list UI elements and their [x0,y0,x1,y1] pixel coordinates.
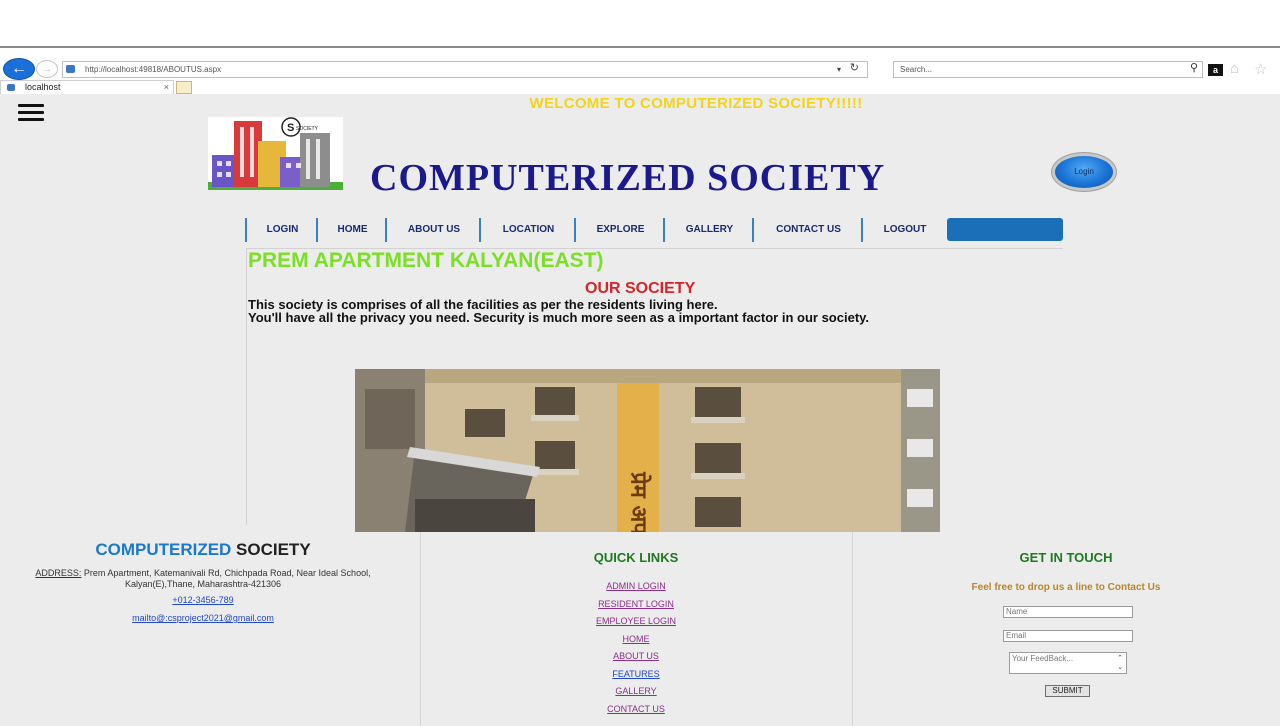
footer-brand-part2: SOCIETY [231,540,311,559]
footer-email-link[interactable]: mailto@:csproject2021@gmail.com [0,613,406,623]
web-page: WELCOME TO COMPUTERIZED SOCIETY!!!!! S S… [0,94,1280,726]
scroll-arrows-icon[interactable]: ⌃ ⌄ [1115,654,1125,672]
nav-login[interactable]: LOGIN [245,218,318,242]
login-button[interactable]: Login [1055,156,1113,188]
refresh-icon[interactable]: ↻ [850,61,859,76]
submit-button[interactable]: SUBMIT [1045,685,1090,697]
browser-search-box[interactable]: Search... ⚲ [893,61,1203,78]
svg-text:S: S [287,122,294,134]
nav-location[interactable]: LOCATION [479,218,576,242]
footer-address: ADDRESS: Prem Apartment, Katemanivali Rd… [0,568,406,590]
nav-explore[interactable]: EXPLORE [574,218,665,242]
footer-phone-link[interactable]: +012-3456-789 [0,595,406,605]
browser-toolbar: ← → http://localhost:49818/ABOUTUS.aspx … [0,48,1280,80]
nav-about-us[interactable]: ABOUT US [385,218,481,242]
society-heading: PREM APARTMENT KALYAN(EAST) [248,249,604,272]
name-field[interactable] [1003,606,1133,618]
address-label: ADDRESS: [35,568,82,578]
address-line-1: Prem Apartment, Katemanivali Rd, Chichpa… [81,568,371,578]
footer-brand: COMPUTERIZED SOCIETY [0,540,406,560]
get-in-touch-subtitle: Feel free to drop us a line to Contact U… [971,582,1161,593]
site-footer: COMPUTERIZED SOCIETY ADDRESS: Prem Apart… [0,532,1280,726]
nav-home[interactable]: HOME [316,218,387,242]
address-url: http://localhost:49818/ABOUTUS.aspx [85,65,222,74]
apartment-photo: प्रेम अपार्टमेंट [355,369,940,532]
nav-contact-us[interactable]: CONTACT US [752,218,863,242]
tab-close-icon[interactable]: × [164,81,169,94]
footer-col-quick-links: QUICK LINKS ADMIN LOGIN RESIDENT LOGIN E… [420,532,853,726]
footer-col-contact-info: COMPUTERIZED SOCIETY ADDRESS: Prem Apart… [0,532,421,726]
ie-tab-icon [7,84,15,91]
society-logo: S SOCIETY [208,117,343,190]
tab-label: localhost [25,82,61,92]
feedback-textarea[interactable]: Your FeedBack... ⌃ ⌄ [1009,652,1127,674]
ie-page-icon [66,65,75,73]
link-resident-login[interactable]: RESIDENT LOGIN [420,599,852,609]
new-tab-button[interactable] [176,81,192,94]
email-field[interactable] [1003,630,1133,642]
site-title: COMPUTERIZED SOCIETY [370,157,886,199]
link-features[interactable]: FEATURES [420,669,852,679]
address-bar[interactable]: http://localhost:49818/ABOUTUS.aspx ▾ ↻ [62,61,868,78]
browser-tab[interactable]: localhost × [0,80,174,94]
link-about-us[interactable]: ABOUT US [420,651,852,661]
link-contact-us[interactable]: CONTACT US [420,704,852,714]
link-home[interactable]: HOME [420,634,852,644]
footer-brand-part1: COMPUTERIZED [95,540,232,559]
amazon-icon[interactable]: a [1208,64,1223,76]
back-arrow-icon[interactable]: ← [3,58,35,80]
link-gallery[interactable]: GALLERY [420,686,852,696]
quick-links-title: QUICK LINKS [593,550,679,565]
address-line-2: Kalyan(E),Thane, Maharashtra-421306 [124,579,282,589]
nav-highlight-bar [947,218,1063,241]
society-description: This society is comprises of all the fac… [248,298,869,324]
our-society-heading: OUR SOCIETY [585,280,696,297]
forward-arrow-icon[interactable]: → [36,60,58,78]
dropdown-arrow-icon[interactable]: ▾ [837,62,841,77]
description-line-2: You'll have all the privacy you need. Se… [248,310,870,325]
nav-logout[interactable]: LOGOUT [861,218,947,242]
link-employee-login[interactable]: EMPLOYEE LOGIN [420,616,852,626]
feedback-placeholder: Your FeedBack... [1012,654,1074,663]
hindi-sign-text: प्रेम अपार्टमेंट [626,471,653,532]
get-in-touch-title: GET IN TOUCH [1019,550,1113,565]
browser-tabbar: localhost × [0,80,1280,94]
home-icon[interactable]: ⌂ [1230,60,1239,77]
browser-window: ← → http://localhost:49818/ABOUTUS.aspx … [0,46,1280,726]
welcome-banner: WELCOME TO COMPUTERIZED SOCIETY!!!!! [529,95,863,112]
nav-gallery[interactable]: GALLERY [663,218,754,242]
favorites-star-icon[interactable]: ☆ [1254,60,1267,78]
footer-col-get-in-touch: GET IN TOUCH Feel free to drop us a line… [852,532,1280,726]
search-placeholder: Search... [900,65,933,74]
svg-text:SOCIETY: SOCIETY [296,126,319,132]
link-admin-login[interactable]: ADMIN LOGIN [420,581,852,591]
search-icon[interactable]: ⚲ [1190,61,1198,76]
